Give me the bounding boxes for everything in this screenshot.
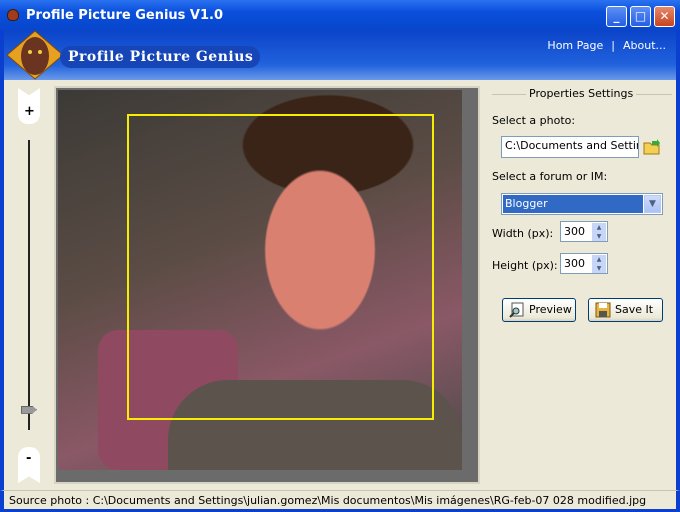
window-title: Profile Picture Genius V1.0 <box>26 8 224 23</box>
width-value: 300 <box>564 225 585 238</box>
save-label: Save It <box>615 303 654 316</box>
preview-icon <box>509 302 524 318</box>
properties-panel: Properties Settings Select a photo: C:\D… <box>486 80 676 490</box>
title-bar: Profile Picture Genius V1.0 _ □ ✕ <box>0 0 680 30</box>
height-value: 300 <box>564 257 585 270</box>
home-page-link[interactable]: Hom Page <box>547 39 603 52</box>
width-up-icon[interactable]: ▲ <box>592 223 606 232</box>
photo-path-field[interactable]: C:\Documents and Settings <box>501 136 639 158</box>
genius-logo-icon <box>6 30 64 80</box>
photo-label: Select a photo: <box>492 114 576 127</box>
height-label: Height (px): <box>492 259 558 272</box>
height-stepper[interactable]: 300 ▲ ▼ <box>560 253 608 274</box>
maximize-button[interactable]: □ <box>630 6 651 27</box>
forum-label: Select a forum or IM: <box>492 170 608 183</box>
zoom-in-button[interactable]: + <box>18 88 40 124</box>
app-icon <box>7 9 19 21</box>
height-up-icon[interactable]: ▲ <box>592 255 606 264</box>
zoom-slider[interactable]: + - <box>18 88 40 483</box>
close-button[interactable]: ✕ <box>654 6 675 27</box>
minus-icon: - <box>26 451 32 466</box>
slider-track[interactable] <box>28 140 30 430</box>
crop-selection-box[interactable] <box>127 114 434 420</box>
floppy-disk-icon <box>595 302 611 318</box>
link-separator: | <box>611 39 615 52</box>
forum-select[interactable]: Blogger ▼ <box>501 193 663 215</box>
width-label: Width (px): <box>492 227 554 240</box>
about-link[interactable]: About... <box>623 39 666 52</box>
open-folder-icon[interactable] <box>643 138 661 156</box>
preview-button[interactable]: Preview <box>502 298 576 322</box>
save-button[interactable]: Save It <box>588 298 663 322</box>
minimize-button[interactable]: _ <box>606 6 627 27</box>
main-area: + - Properties Settings Select a photo: … <box>4 80 676 490</box>
slider-thumb[interactable] <box>21 405 37 414</box>
photo <box>58 90 462 470</box>
height-down-icon[interactable]: ▼ <box>592 264 606 273</box>
plus-icon: + <box>24 104 35 119</box>
app-header: Profile Picture Genius Hom Page | About... <box>4 30 676 80</box>
chevron-down-icon[interactable]: ▼ <box>644 195 661 213</box>
preview-label: Preview <box>529 303 572 316</box>
photo-viewer[interactable] <box>54 86 480 484</box>
zoom-out-button[interactable]: - <box>18 447 40 483</box>
width-stepper[interactable]: 300 ▲ ▼ <box>560 221 608 242</box>
properties-title: Properties Settings <box>526 87 637 100</box>
width-down-icon[interactable]: ▼ <box>592 232 606 241</box>
status-bar: Source photo : C:\Documents and Settings… <box>0 490 680 512</box>
forum-selected-value: Blogger <box>503 195 643 213</box>
logo-text: Profile Picture Genius <box>60 46 260 68</box>
